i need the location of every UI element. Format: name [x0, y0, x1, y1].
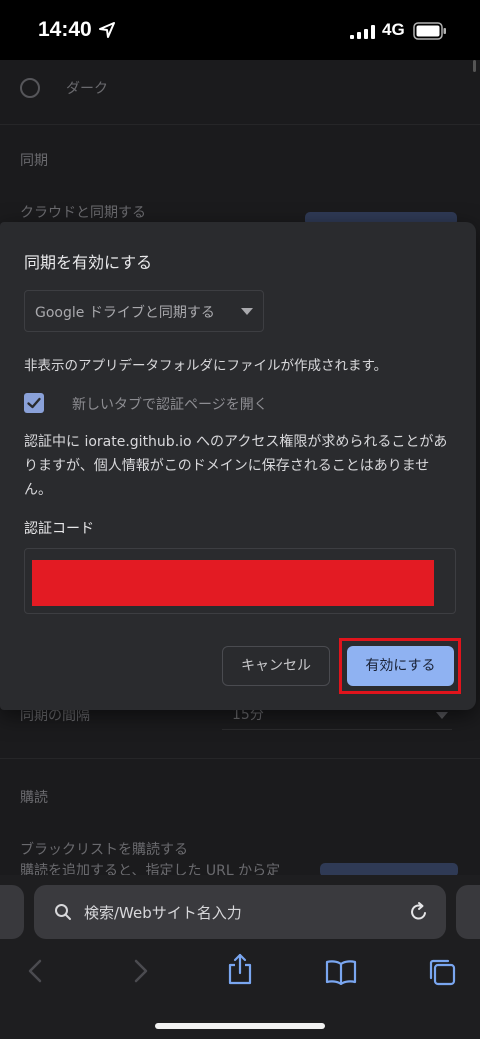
network-type: 4G	[382, 20, 405, 39]
cloud-sync-label: クラウドと同期する	[20, 205, 146, 221]
permission-notice: 認証中に iorate.github.io へのアクセス権限が求められることがあ…	[24, 434, 448, 498]
bookmarks-icon[interactable]	[325, 959, 357, 985]
enable-button[interactable]: 有効にする	[347, 646, 454, 686]
blacklist-subscribe-label: ブラックリストを購読する	[20, 842, 188, 858]
enable-sync-dialog: 同期を有効にする Google ドライブと同期する 非表示のアプリデータフォルダ…	[0, 222, 476, 710]
chevron-down-icon	[436, 712, 448, 719]
reload-icon[interactable]	[408, 901, 430, 923]
location-arrow-icon	[99, 22, 115, 38]
previous-tab-peek[interactable]	[0, 885, 24, 939]
search-icon	[55, 904, 71, 920]
dialog-title: 同期を有効にする	[24, 253, 153, 272]
divider	[0, 124, 480, 125]
checkbox-label: 新しいタブで認証ページを開く	[72, 397, 268, 413]
address-bar[interactable]: 検索/Webサイト名入力	[34, 885, 446, 939]
open-auth-in-new-tab-checkbox[interactable]	[24, 393, 44, 413]
divider	[0, 758, 480, 759]
cancel-button[interactable]: キャンセル	[222, 646, 330, 686]
back-icon[interactable]	[26, 959, 46, 983]
theme-dark-label: ダーク	[66, 81, 108, 97]
status-bar: 14:40 4G	[0, 0, 480, 60]
address-placeholder: 検索/Webサイト名入力	[84, 904, 242, 922]
redaction-overlay	[32, 560, 434, 606]
scroll-indicator	[473, 60, 476, 72]
sync-section-heading: 同期	[20, 153, 48, 169]
browser-toolbar: 検索/Webサイト名入力	[0, 875, 480, 1039]
chevron-down-icon	[241, 308, 253, 315]
blacklist-subscribe-description: 購読を追加すると、指定した URL から定	[20, 863, 281, 875]
sync-provider-value: Google ドライブと同期する	[35, 305, 215, 321]
tabs-icon[interactable]	[427, 957, 457, 987]
subscription-section-heading: 購読	[20, 790, 48, 806]
home-indicator	[155, 1023, 325, 1029]
theme-radio-dark[interactable]	[20, 78, 40, 98]
checkmark-icon	[27, 397, 41, 409]
battery-icon	[413, 22, 446, 40]
status-time: 14:40	[38, 18, 92, 41]
sync-provider-select[interactable]: Google ドライブと同期する	[24, 290, 264, 332]
auth-code-input[interactable]	[24, 548, 456, 614]
info-text: 非表示のアプリデータフォルダにファイルが作成されます。	[24, 358, 388, 374]
share-icon[interactable]	[227, 953, 253, 985]
add-subscription-button[interactable]	[320, 863, 458, 875]
auth-code-label: 認証コード	[24, 521, 94, 537]
next-tab-peek[interactable]	[456, 885, 480, 939]
cellular-signal-icon	[350, 25, 375, 39]
forward-icon[interactable]	[130, 959, 150, 983]
